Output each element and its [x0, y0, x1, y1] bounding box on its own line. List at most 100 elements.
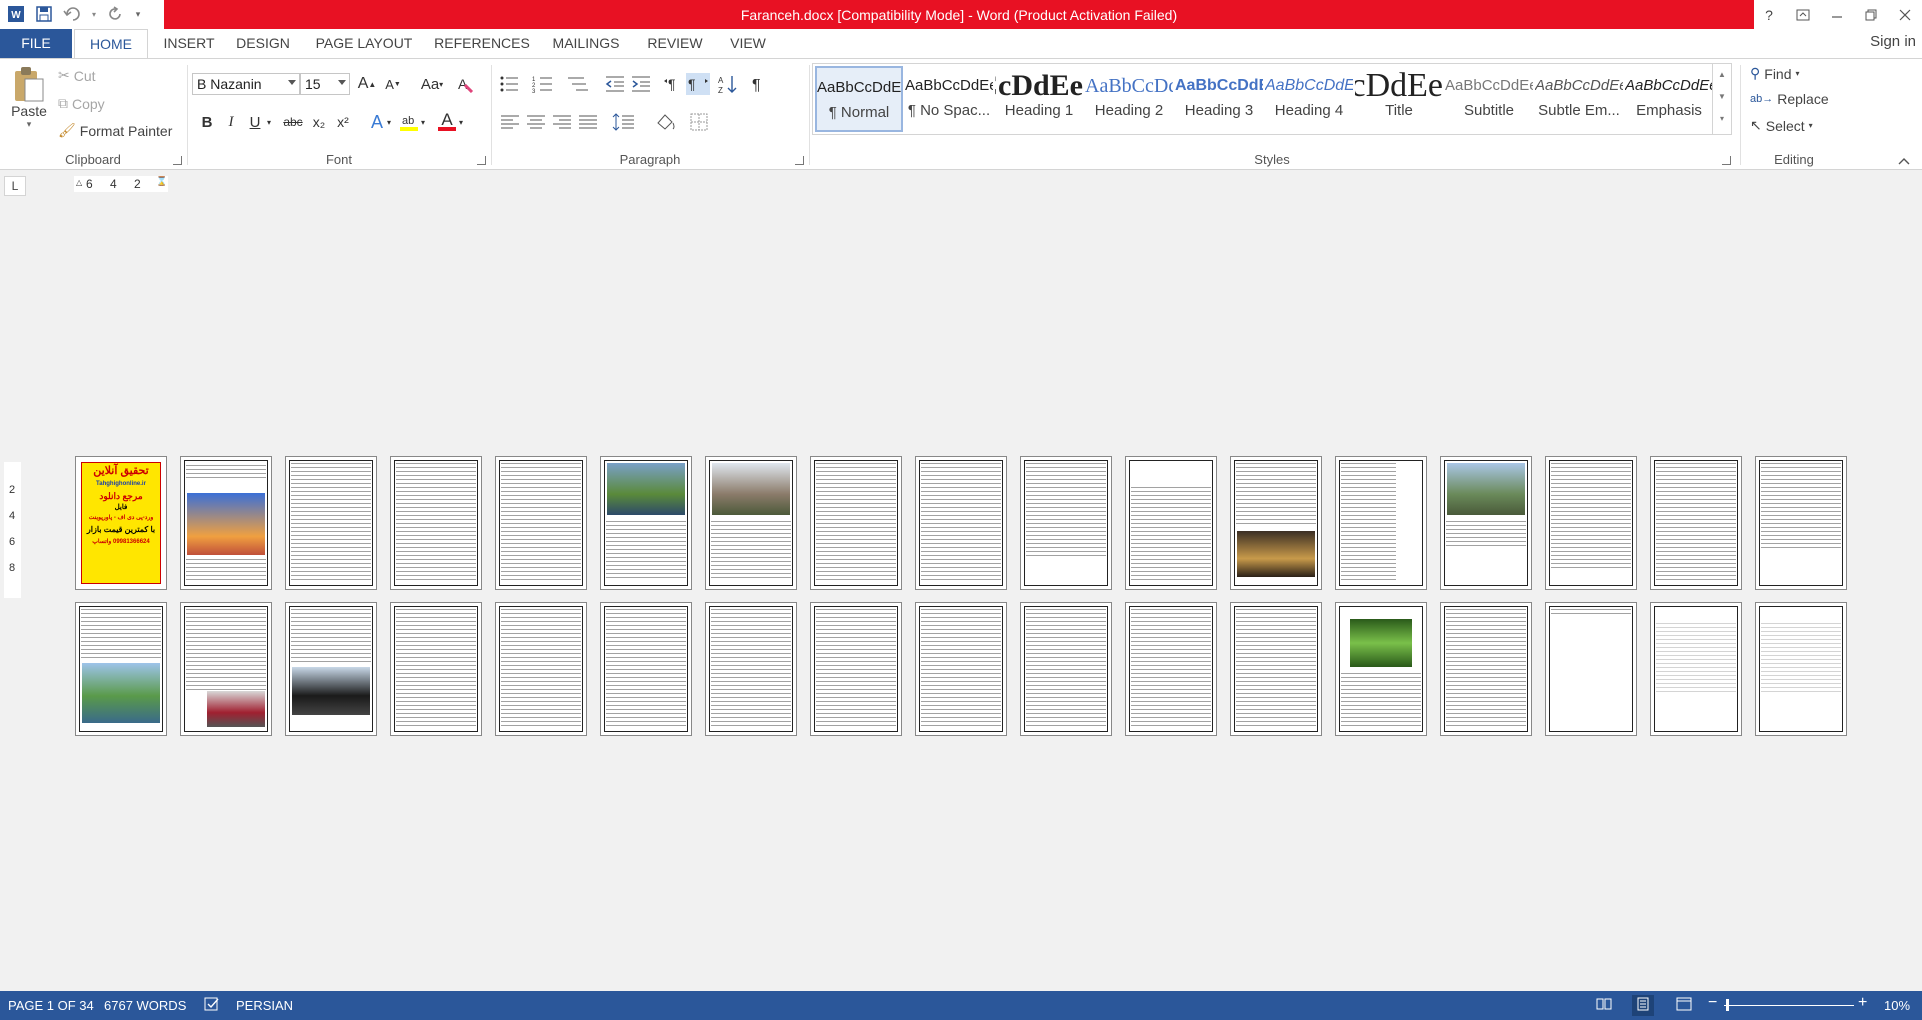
- page-thumbnail[interactable]: [390, 456, 482, 590]
- zoom-level[interactable]: 10%: [1884, 998, 1910, 1013]
- page-thumbnail[interactable]: [1755, 602, 1847, 736]
- undo-dropdown-icon[interactable]: ▾: [90, 4, 98, 24]
- close-icon[interactable]: [1888, 0, 1922, 29]
- tab-insert[interactable]: INSERT: [156, 29, 222, 58]
- superscript-button[interactable]: x²: [332, 111, 354, 133]
- page-thumbnail[interactable]: [495, 602, 587, 736]
- styles-gallery-scrollbar[interactable]: ▲ ▼ ▾: [1712, 64, 1731, 134]
- page-thumbnail[interactable]: [810, 456, 902, 590]
- sign-in-link[interactable]: Sign in: [1870, 29, 1916, 55]
- borders-icon[interactable]: [688, 111, 712, 133]
- styles-dialog-launcher[interactable]: [1722, 156, 1731, 165]
- shrink-font-button[interactable]: A ▼: [382, 73, 404, 95]
- right-indent-marker-icon[interactable]: ⌛: [156, 176, 167, 187]
- page-thumbnail[interactable]: [1440, 456, 1532, 590]
- page-thumbnail[interactable]: [1545, 602, 1637, 736]
- tab-home[interactable]: HOME: [74, 29, 148, 59]
- font-color-button[interactable]: A: [436, 111, 458, 133]
- page-thumbnail[interactable]: [390, 602, 482, 736]
- page-thumbnail[interactable]: [180, 602, 272, 736]
- restore-icon[interactable]: [1854, 0, 1888, 29]
- style-subtle-emphasis[interactable]: AaBbCcDdEe Subtle Em...: [1535, 66, 1623, 132]
- page-thumbnail[interactable]: [1335, 456, 1427, 590]
- change-case-button[interactable]: Aa ▾: [416, 73, 448, 95]
- page-thumbnail[interactable]: [75, 602, 167, 736]
- page-thumbnail[interactable]: [705, 602, 797, 736]
- page-thumbnail[interactable]: [705, 456, 797, 590]
- collapse-ribbon-icon[interactable]: [1898, 153, 1910, 165]
- multilevel-list-icon[interactable]: [566, 73, 590, 95]
- ribbon-display-options-icon[interactable]: [1786, 0, 1820, 29]
- undo-icon[interactable]: [62, 4, 82, 24]
- save-icon[interactable]: [34, 4, 54, 24]
- page-thumbnail[interactable]: [285, 602, 377, 736]
- style-subtitle[interactable]: AaBbCcDdEe Subtitle: [1445, 66, 1533, 132]
- page-thumbnail[interactable]: [1440, 602, 1532, 736]
- vertical-ruler[interactable]: 2 4 6 8: [4, 462, 21, 598]
- clear-formatting-icon[interactable]: A: [454, 73, 476, 95]
- style-no-spacing[interactable]: AaBbCcDdEe ¶ No Spac...: [905, 66, 993, 132]
- strikethrough-button[interactable]: abc: [280, 111, 306, 133]
- rtl-direction-icon[interactable]: ¶: [662, 73, 686, 95]
- scroll-down-icon[interactable]: ▼: [1713, 86, 1731, 108]
- ltr-direction-icon[interactable]: ¶: [686, 73, 710, 95]
- tab-mailings[interactable]: MAILINGS: [546, 29, 626, 58]
- bullets-icon[interactable]: [498, 73, 522, 95]
- replace-button[interactable]: ab→ Replace: [1750, 91, 1829, 107]
- zoom-in-button[interactable]: +: [1858, 994, 1867, 1012]
- grow-font-button[interactable]: A ▲: [356, 73, 378, 95]
- web-layout-icon[interactable]: [1676, 997, 1692, 1014]
- page-count[interactable]: PAGE 1 OF 34: [8, 998, 94, 1013]
- italic-button[interactable]: I: [220, 111, 242, 133]
- proofing-icon[interactable]: [204, 996, 220, 1015]
- page-thumbnail[interactable]: [1020, 456, 1112, 590]
- shading-icon[interactable]: [654, 111, 678, 133]
- page-thumbnail[interactable]: [915, 456, 1007, 590]
- highlight-icon[interactable]: ab: [398, 111, 420, 133]
- paste-button[interactable]: Paste ▾: [8, 63, 50, 143]
- style-normal[interactable]: AaBbCcDdEe ¶ Normal: [815, 66, 903, 132]
- paragraph-dialog-launcher[interactable]: [795, 156, 804, 165]
- line-spacing-icon[interactable]: [612, 111, 636, 133]
- style-heading-4[interactable]: AaBbCcDdEe Heading 4: [1265, 66, 1353, 132]
- page-thumbnail[interactable]: [1545, 456, 1637, 590]
- show-formatting-marks-icon[interactable]: ¶: [746, 73, 770, 95]
- increase-indent-icon[interactable]: [630, 73, 654, 95]
- minimize-icon[interactable]: [1820, 0, 1854, 29]
- page-thumbnail[interactable]: [1335, 602, 1427, 736]
- text-effects-dropdown-icon[interactable]: ▾: [384, 111, 394, 133]
- language-indicator[interactable]: PERSIAN: [236, 998, 293, 1013]
- underline-button[interactable]: U: [244, 111, 266, 133]
- style-title[interactable]: AaBbCcDdEe Title: [1355, 66, 1443, 132]
- word-count[interactable]: 6767 WORDS: [104, 998, 186, 1013]
- align-right-icon[interactable]: [550, 111, 574, 133]
- format-painter-button[interactable]: 🖌 Format Painter: [58, 122, 172, 139]
- page-thumbnail[interactable]: [915, 602, 1007, 736]
- page-thumbnail[interactable]: [495, 456, 587, 590]
- page-thumbnail[interactable]: [600, 456, 692, 590]
- horizontal-ruler[interactable]: △ 6 4 2 ⌛: [74, 176, 168, 192]
- highlight-dropdown-icon[interactable]: ▾: [418, 111, 428, 133]
- font-size-combo[interactable]: 15: [300, 73, 350, 95]
- font-name-combo[interactable]: B Nazanin: [192, 73, 300, 95]
- page-thumbnail[interactable]: [180, 456, 272, 590]
- select-button[interactable]: ↖ Select ▾: [1750, 117, 1813, 134]
- print-layout-icon[interactable]: [1632, 995, 1654, 1016]
- page-thumbnail[interactable]: [285, 456, 377, 590]
- zoom-out-button[interactable]: −: [1708, 994, 1717, 1012]
- zoom-slider[interactable]: [1724, 1005, 1854, 1006]
- page-thumbnail[interactable]: [1125, 602, 1217, 736]
- scroll-up-icon[interactable]: ▲: [1713, 64, 1731, 86]
- page-thumbnail[interactable]: [1755, 456, 1847, 590]
- page-thumbnail[interactable]: [1230, 602, 1322, 736]
- style-heading-3[interactable]: AaBbCcDdEe Heading 3: [1175, 66, 1263, 132]
- tab-references[interactable]: REFERENCES: [430, 29, 534, 58]
- help-button[interactable]: ?: [1752, 0, 1786, 29]
- page-thumbnail[interactable]: [1020, 602, 1112, 736]
- find-button[interactable]: ⚲ Find ▾: [1750, 65, 1800, 82]
- tab-design[interactable]: DESIGN: [230, 29, 296, 58]
- page-thumbnail[interactable]: [1125, 456, 1217, 590]
- tab-view[interactable]: VIEW: [722, 29, 774, 58]
- cut-button[interactable]: ✂ Cut: [58, 67, 96, 84]
- page-thumbnail[interactable]: [1650, 456, 1742, 590]
